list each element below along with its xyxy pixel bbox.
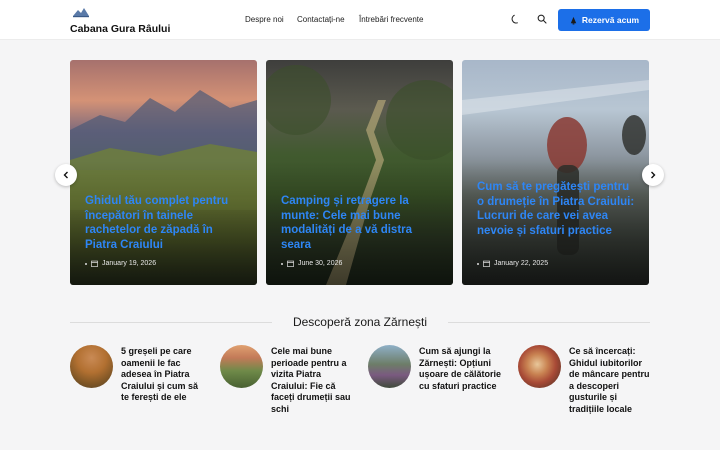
carousel-next-button[interactable] [642, 164, 664, 186]
book-now-button[interactable]: Rezervă acum [558, 9, 650, 31]
bell-icon [570, 16, 577, 24]
card-meta: January 19, 2026 [85, 260, 156, 267]
card-overlay [462, 60, 649, 285]
nav-despre-noi[interactable]: Despre noi [245, 15, 284, 24]
article-thumbnail[interactable] [70, 345, 113, 388]
site-header: Cabana Gura Râului Despre noi Contactați… [0, 0, 720, 40]
meta-dot [477, 262, 479, 265]
card-date: June 30, 2026 [298, 260, 343, 267]
logo-mark-icon [73, 8, 89, 18]
card-title[interactable]: Ghidul tău complet pentru începători în … [85, 194, 243, 252]
nav-contactati-ne[interactable]: Contactați-ne [297, 15, 345, 24]
moon-icon [511, 14, 518, 24]
article-title[interactable]: Cum să ajungi la Zărnești: Opțiuni ușoar… [419, 346, 502, 392]
site-logo[interactable]: Cabana Gura Râului [70, 6, 170, 36]
article-item[interactable]: Ce să încercați: Ghidul iubitorilor de m… [518, 345, 658, 435]
article-thumbnail[interactable] [220, 345, 263, 388]
chevron-right-icon [651, 171, 656, 179]
search-button[interactable] [535, 12, 549, 26]
featured-card[interactable]: Cum să te pregătești pentru o drumeție î… [462, 60, 649, 285]
chevron-left-icon [63, 171, 68, 179]
card-meta: June 30, 2026 [281, 260, 342, 267]
article-title[interactable]: Cele mai bune perioade pentru a vizita P… [271, 346, 354, 415]
section-divider [448, 322, 650, 323]
featured-card[interactable]: Ghidul tău complet pentru începători în … [70, 60, 257, 285]
meta-dot [281, 262, 283, 265]
card-date: January 22, 2025 [494, 260, 549, 267]
theme-toggle-button[interactable] [508, 12, 522, 26]
calendar-icon [287, 260, 294, 267]
calendar-icon [91, 260, 98, 267]
card-meta: January 22, 2025 [477, 260, 548, 267]
card-date: January 19, 2026 [102, 260, 157, 267]
carousel-prev-button[interactable] [55, 164, 77, 186]
search-icon [537, 14, 547, 24]
article-item[interactable]: Cele mai bune perioade pentru a vizita P… [220, 345, 360, 435]
section-divider [70, 322, 272, 323]
card-title[interactable]: Camping și retragere la munte: Cele mai … [281, 194, 439, 252]
article-item[interactable]: 5 greșeli pe care oamenii le fac adesea … [70, 345, 210, 435]
article-item[interactable]: Cum să ajungi la Zărnești: Opțiuni ușoar… [368, 345, 508, 435]
section-title: Descoperă zona Zărnești [292, 315, 428, 329]
featured-card[interactable]: Camping și retragere la munte: Cele mai … [266, 60, 453, 285]
article-thumbnail[interactable] [518, 345, 561, 388]
site-title: Cabana Gura Râului [70, 23, 171, 35]
calendar-icon [483, 260, 490, 267]
nav-intrebari-frecvente[interactable]: Întrebări frecvente [359, 15, 423, 24]
article-title[interactable]: Ce să încercați: Ghidul iubitorilor de m… [569, 346, 652, 415]
book-now-label: Rezervă acum [581, 15, 640, 25]
article-title[interactable]: 5 greșeli pe care oamenii le fac adesea … [121, 346, 204, 404]
article-thumbnail[interactable] [368, 345, 411, 388]
card-title[interactable]: Cum să te pregătești pentru o drumeție î… [477, 180, 635, 238]
meta-dot [85, 262, 87, 265]
